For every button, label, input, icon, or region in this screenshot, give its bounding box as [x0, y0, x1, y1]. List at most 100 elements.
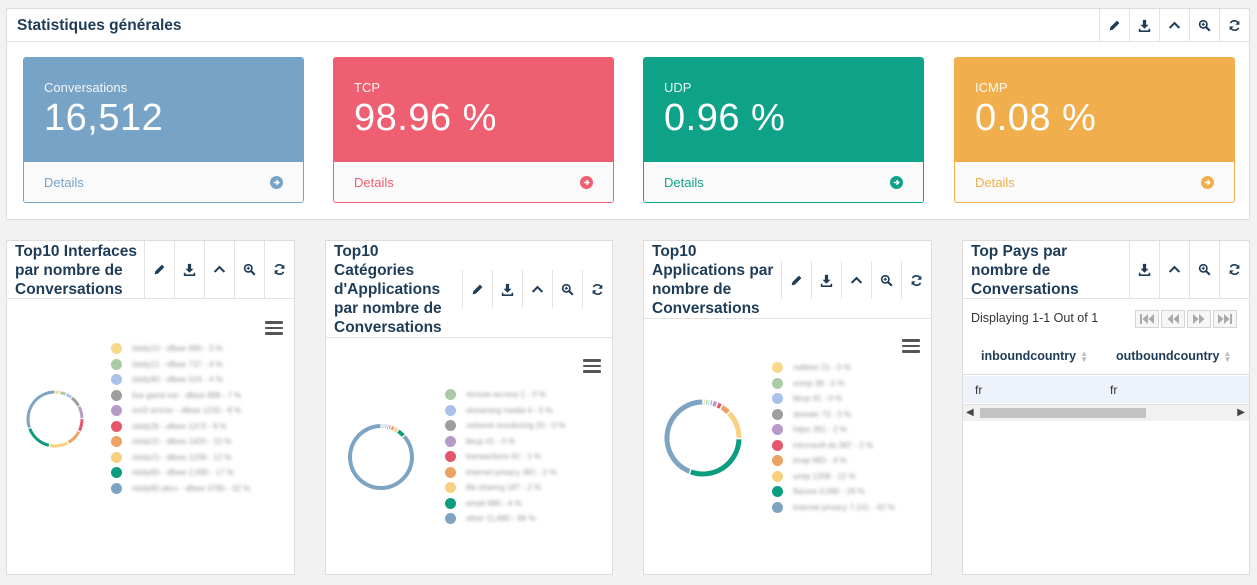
donut-slice[interactable] — [712, 401, 718, 407]
next-page-icon — [1193, 314, 1205, 324]
donut-slice[interactable] — [716, 402, 722, 409]
donut-slice[interactable] — [690, 439, 742, 477]
legend-item[interactable]: bkup 41 - 0 % — [772, 391, 895, 407]
download-button[interactable] — [492, 270, 522, 308]
refresh-button[interactable] — [1219, 241, 1249, 298]
donut-slice[interactable] — [65, 393, 72, 399]
donut-slice[interactable] — [390, 425, 395, 431]
title-line: Top10 Interfaces — [15, 243, 138, 260]
zoom-button[interactable] — [1189, 9, 1219, 41]
legend-item[interactable]: bkup 41 - 0 % — [445, 434, 566, 450]
refresh-button[interactable] — [1219, 9, 1249, 41]
legend-item[interactable]: ixcl3 wrvrec - dlbee 1230 - 8 % — [111, 403, 250, 419]
hamburger-menu-icon[interactable] — [583, 359, 601, 373]
details-link[interactable]: Details — [334, 162, 613, 202]
legend-item[interactable]: flacure 4,080 - 29 % — [772, 484, 895, 500]
zoom-button[interactable] — [552, 270, 582, 308]
refresh-button[interactable] — [582, 270, 612, 308]
legend-marker — [445, 451, 456, 463]
edit-button[interactable] — [1099, 9, 1129, 41]
legend-item[interactable]: ixbdy31 - dlbee 1420 - 10 % — [111, 434, 250, 450]
donut-slice[interactable] — [664, 399, 703, 474]
horizontal-scrollbar[interactable]: ◀ ▶ — [963, 404, 1249, 421]
zoom-button[interactable] — [234, 241, 264, 298]
scroll-left-arrow[interactable]: ◀ — [966, 407, 974, 418]
column-header-inbound[interactable]: inboundcountry ▲ ▼ — [981, 349, 1088, 363]
legend-item[interactable]: streaming media 4 - 0 % — [445, 403, 566, 419]
legend-item[interactable]: internet privacy 381 - 2 % — [445, 465, 566, 481]
donut-slice[interactable] — [77, 419, 84, 432]
zoom-button[interactable] — [871, 261, 901, 299]
last-page-button[interactable] — [1213, 310, 1237, 328]
details-link[interactable]: Details — [955, 162, 1234, 202]
legend-item[interactable]: transactions 61 - 1 % — [445, 449, 566, 465]
download-button[interactable] — [1129, 241, 1159, 298]
legend-item[interactable]: other 11,680 - 86 % — [445, 511, 566, 527]
hamburger-menu-icon[interactable] — [265, 321, 283, 335]
legend-item[interactable]: ixbdy80 - dlbee 524 - 4 % — [111, 372, 250, 388]
legend-label: network monitoring 20 - 0 % — [466, 421, 566, 431]
zoom-button[interactable] — [1189, 241, 1219, 298]
legend-item[interactable]: remote-access 1 - 0 % — [445, 387, 566, 403]
legend-item[interactable]: smtp 1208 - 12 % — [772, 469, 895, 485]
details-link[interactable]: Details — [644, 162, 923, 202]
legend-item[interactable]: netbios 21 - 0 % — [772, 360, 895, 376]
legend-label: transactions 61 - 1 % — [466, 452, 542, 462]
donut-slice[interactable] — [393, 427, 399, 433]
legend-item[interactable]: ixbdy21 - dlbee 737 - 4 % — [111, 357, 250, 373]
refresh-button[interactable] — [901, 261, 931, 299]
legend-item[interactable]: ixbdy2k - dlbee 1373 - 8 % — [111, 419, 250, 435]
legend-item[interactable]: snmp 38 - 0 % — [772, 376, 895, 392]
legend-item[interactable]: file sharing 187 - 2 % — [445, 480, 566, 496]
arrow-circle-right-icon — [580, 176, 593, 189]
edit-button[interactable] — [462, 270, 492, 308]
donut-slice[interactable] — [67, 430, 81, 444]
table-row[interactable]: fr fr — [963, 376, 1249, 403]
download-button[interactable] — [811, 261, 841, 299]
next-page-button[interactable] — [1187, 310, 1211, 328]
details-link[interactable]: Details — [24, 162, 303, 202]
legend-item[interactable]: ixbdy80 pkcv - dlbee 3780 - 32 % — [111, 481, 250, 497]
hamburger-menu-icon[interactable] — [902, 339, 920, 353]
prev-page-button[interactable] — [1161, 310, 1185, 328]
legend-item[interactable]: internet privacy 7,101 - 42 % — [772, 500, 895, 516]
title-line: nombre de — [971, 262, 1051, 279]
download-button[interactable] — [1129, 9, 1159, 41]
download-button[interactable] — [174, 241, 204, 298]
donut-slice[interactable] — [49, 441, 69, 448]
donut-slice[interactable] — [397, 429, 405, 437]
legend-item[interactable]: ixbdy21 - dlbee 1208 - 12 % — [111, 450, 250, 466]
legend-item[interactable]: imap 683 - 4 % — [772, 453, 895, 469]
refresh-button[interactable] — [264, 241, 294, 298]
donut-slice[interactable] — [70, 396, 80, 407]
first-page-button[interactable] — [1135, 310, 1159, 328]
legend-item[interactable]: domain 73 - 0 % — [772, 407, 895, 423]
title-line: Applications par — [652, 262, 774, 279]
legend-item[interactable]: ixbdy10 - dlbee 680 - 3 % — [111, 341, 250, 357]
donut-slice[interactable] — [28, 428, 50, 447]
edit-button[interactable] — [144, 241, 174, 298]
donut-slice[interactable] — [720, 405, 730, 415]
collapse-button[interactable] — [204, 241, 234, 298]
scrollbar-thumb[interactable] — [980, 408, 1146, 418]
scroll-right-arrow[interactable]: ▶ — [1237, 407, 1245, 418]
collapse-button[interactable] — [1159, 9, 1189, 41]
collapse-button[interactable] — [522, 270, 552, 308]
legend-marker — [445, 404, 456, 416]
legend-item[interactable]: microsoft-ds 387 - 2 % — [772, 438, 895, 454]
donut-slice[interactable] — [727, 411, 742, 439]
legend-item[interactable]: lixe gwnd ext - dlbee 888 - 7 % — [111, 388, 250, 404]
collapse-button[interactable] — [1159, 241, 1189, 298]
donut-slice[interactable] — [77, 405, 84, 419]
donut-slice[interactable] — [26, 390, 55, 429]
legend-item[interactable]: https 281 - 2 % — [772, 422, 895, 438]
donut-slice[interactable] — [60, 391, 67, 396]
legend-item[interactable]: email 680 - 4 % — [445, 496, 566, 512]
prev-page-icon — [1167, 314, 1179, 324]
legend-item[interactable]: network monitoring 20 - 0 % — [445, 418, 566, 434]
collapse-button[interactable] — [841, 261, 871, 299]
legend-marker — [445, 389, 456, 401]
column-header-outbound[interactable]: outboundcountry ▲ ▼ — [1116, 349, 1231, 363]
edit-button[interactable] — [781, 261, 811, 299]
legend-item[interactable]: ixbdy60 - dlbee 2,080 - 17 % — [111, 465, 250, 481]
